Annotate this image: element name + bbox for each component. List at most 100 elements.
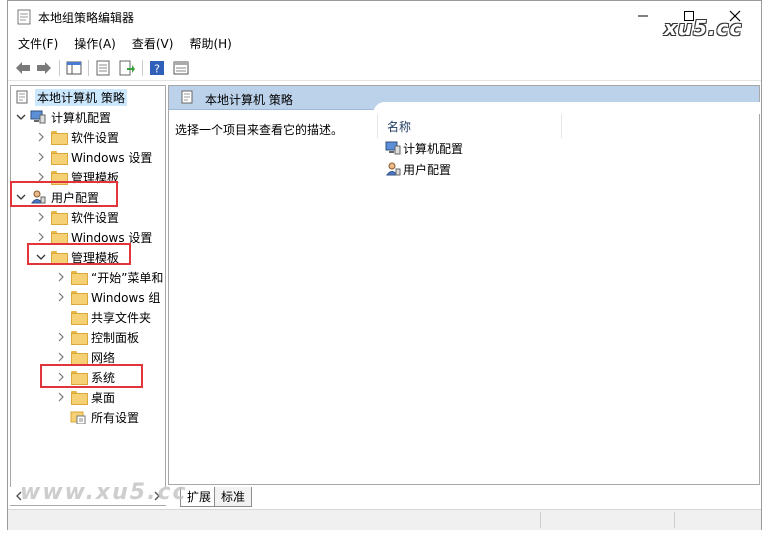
tree-item-network[interactable]: 网络	[53, 347, 115, 367]
tree-item-user-software[interactable]: 软件设置	[33, 207, 119, 227]
folder-icon	[69, 389, 88, 405]
chevron-down-icon[interactable]	[13, 187, 29, 207]
tab-standard[interactable]: 标准	[214, 487, 253, 507]
tree-item-windows-components[interactable]: Windows 组	[53, 287, 160, 307]
toolbar-separator	[142, 60, 143, 76]
column-separator	[377, 114, 378, 138]
tree-item-computer-config[interactable]: 计算机配置	[13, 107, 111, 127]
chevron-right-icon[interactable]	[53, 327, 69, 347]
folder-icon	[49, 129, 68, 145]
folder-icon	[69, 309, 88, 325]
title-bar[interactable]: 本地组策略编辑器	[8, 1, 761, 33]
minimize-button[interactable]	[620, 1, 666, 31]
tree-item-control-panel[interactable]: 控制面板	[53, 327, 139, 347]
tree-item-start-menu[interactable]: “开始”菜单和	[53, 267, 163, 287]
user-icon	[385, 162, 403, 176]
menu-view[interactable]: 查看(V)	[132, 33, 182, 53]
description-text: 选择一个项目来查看它的描述。	[175, 123, 344, 137]
details-pane[interactable]: 本地计算机 策略 选择一个项目来查看它的描述。 名称 计算机配置 用户配置	[168, 85, 761, 485]
tree-item-label: Windows 设置	[71, 230, 153, 245]
tree-item-label: 所有设置	[91, 410, 140, 425]
details-title: 本地计算机 策略	[205, 93, 293, 107]
back-arrow-icon[interactable]	[14, 59, 32, 77]
tree-item-shared-folders[interactable]: 共享文件夹	[53, 307, 151, 327]
tree-item-user-windows[interactable]: Windows 设置	[33, 227, 152, 247]
list-item-user-config[interactable]: 用户配置	[385, 159, 451, 179]
forward-arrow-icon[interactable]	[35, 59, 53, 77]
tree-item-label: 本地计算机 策略	[35, 88, 127, 106]
extended-view-icon[interactable]	[172, 59, 190, 77]
tree-item-label: 软件设置	[71, 210, 120, 225]
tree-item-label: 软件设置	[71, 130, 120, 145]
all-settings-icon	[69, 409, 87, 425]
tree-item-user-admin[interactable]: 管理模板	[33, 247, 119, 267]
folder-icon	[69, 289, 88, 305]
menu-action[interactable]: 操作(A)	[74, 33, 124, 53]
menu-file[interactable]: 文件(F)	[18, 33, 66, 53]
chevron-right-icon[interactable]	[33, 147, 49, 167]
tree-item-label: 桌面	[91, 390, 116, 405]
folder-icon	[69, 269, 88, 285]
gpedit-window: 本地组策略编辑器 文件(F) 操作(A) 查看(V) 帮助(H) ? 本地计算机…	[7, 0, 762, 530]
chevron-right-icon[interactable]	[53, 347, 69, 367]
policy-document-icon	[13, 89, 31, 105]
list-item-label: 用户配置	[403, 162, 452, 177]
tree-item-label: Windows 设置	[71, 150, 153, 165]
export-list-icon[interactable]	[118, 59, 136, 77]
list-item-label: 计算机配置	[403, 141, 464, 156]
window-title: 本地组策略编辑器	[38, 11, 135, 25]
folder-icon	[49, 169, 68, 185]
folder-icon	[49, 229, 68, 245]
tree-item-label: 用户配置	[51, 190, 100, 205]
chevron-down-icon[interactable]	[13, 107, 29, 127]
chevron-right-icon[interactable]	[53, 287, 69, 307]
folder-icon	[69, 349, 88, 365]
status-separator	[540, 512, 541, 528]
column-header-name[interactable]: 名称	[387, 118, 411, 135]
tree-item-label: 管理模板	[71, 170, 120, 185]
column-separator[interactable]	[561, 114, 562, 138]
toolbar-separator	[59, 60, 60, 76]
list-item-computer-config[interactable]: 计算机配置	[385, 138, 463, 158]
tree-item-system[interactable]: 系统	[53, 367, 115, 387]
tree-item-computer-software[interactable]: 软件设置	[33, 127, 119, 147]
tree-item-root[interactable]: 本地计算机 策略	[13, 87, 127, 107]
chevron-right-icon[interactable]	[53, 367, 69, 387]
tree-pane[interactable]: 本地计算机 策略 计算机配置 软件设置 Windows 设置 管理模板 用户配置…	[10, 85, 166, 506]
chevron-right-icon[interactable]	[33, 127, 49, 147]
computer-icon	[29, 109, 47, 125]
tree-item-desktop[interactable]: 桌面	[53, 387, 115, 407]
tree-item-computer-admin[interactable]: 管理模板	[33, 167, 119, 187]
tree-item-all-settings[interactable]: 所有设置	[53, 407, 139, 427]
view-tabs: 扩展 标准	[168, 487, 760, 507]
policy-document-icon	[181, 90, 193, 107]
toolbar: ?	[8, 55, 761, 81]
chevron-right-icon[interactable]	[33, 207, 49, 227]
show-hide-tree-icon[interactable]	[65, 59, 83, 77]
chevron-right-icon[interactable]	[53, 387, 69, 407]
status-separator	[674, 512, 675, 528]
app-icon	[17, 9, 31, 25]
folder-open-icon	[49, 249, 68, 265]
svg-text:?: ?	[154, 63, 160, 76]
folder-icon	[69, 369, 88, 385]
folder-icon	[49, 149, 68, 165]
chevron-right-icon[interactable]	[53, 267, 69, 287]
tree-item-computer-windows[interactable]: Windows 设置	[33, 147, 152, 167]
watermark-top: xu5.cc	[664, 16, 743, 40]
folder-icon	[49, 209, 68, 225]
header-curve	[373, 102, 761, 114]
toolbar-separator	[88, 60, 89, 76]
help-icon[interactable]: ?	[148, 59, 166, 77]
chevron-right-icon[interactable]	[33, 167, 49, 187]
tree-item-label: 系统	[91, 370, 116, 385]
menu-help[interactable]: 帮助(H)	[189, 33, 239, 53]
tree-item-label: 管理模板	[71, 250, 120, 265]
properties-icon[interactable]	[94, 59, 112, 77]
tree-item-user-config[interactable]: 用户配置	[13, 187, 99, 207]
tree-item-label: 计算机配置	[51, 110, 112, 125]
chevron-right-icon[interactable]	[33, 227, 49, 247]
chevron-down-icon[interactable]	[33, 247, 49, 267]
